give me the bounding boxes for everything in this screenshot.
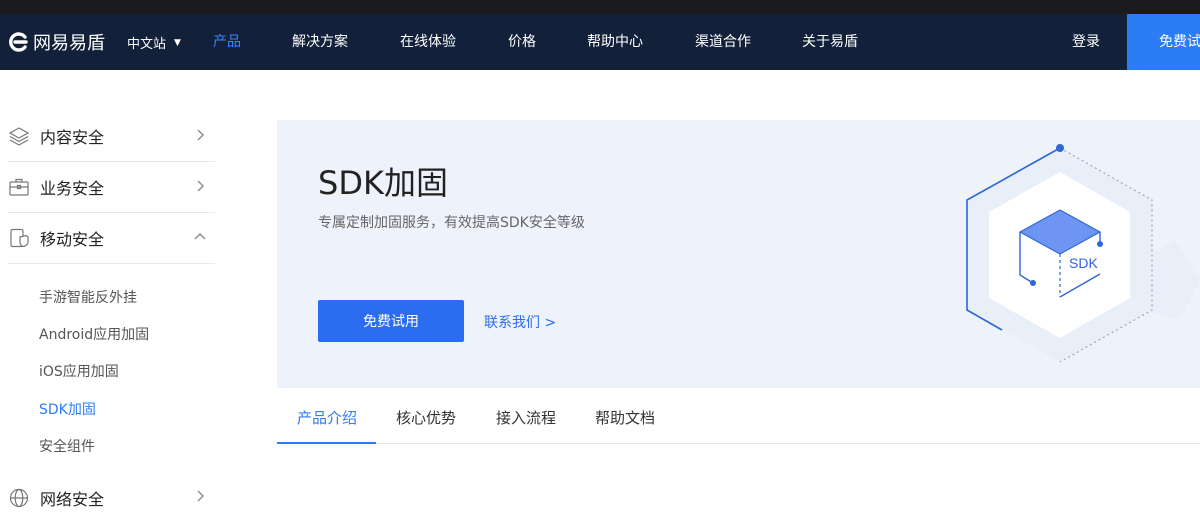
sidebar-item-android-hardening[interactable]: Android应用加固 bbox=[39, 324, 149, 344]
free-trial-button-label: 免费试用 bbox=[363, 314, 419, 330]
sidebar-category-content-security[interactable]: 内容安全 bbox=[8, 111, 215, 162]
nav-item-about[interactable]: 关于易盾 bbox=[802, 31, 858, 51]
sidebar-item-ios-hardening[interactable]: iOS应用加固 bbox=[39, 361, 119, 381]
layers-icon bbox=[8, 125, 30, 147]
free-trial-button[interactable]: 免费试用 bbox=[318, 300, 464, 342]
page-title: SDK加固 bbox=[318, 164, 448, 202]
caret-down-icon: ▼ bbox=[174, 37, 181, 48]
logo-text: 网易易盾 bbox=[33, 33, 105, 54]
nav-item-online-demo[interactable]: 在线体验 bbox=[400, 31, 456, 51]
tab-core-advantages[interactable]: 核心优势 bbox=[396, 407, 456, 428]
chevron-right-icon bbox=[197, 180, 204, 192]
hero-banner: SDK加固 专属定制加固服务，有效提高SDK安全等级 免费试用 联系我们 > S… bbox=[277, 120, 1200, 388]
nav-item-solutions[interactable]: 解决方案 bbox=[292, 31, 348, 51]
product-sidebar: 内容安全 业务安全 移动安全 手游智能反外挂 Android应用加固 iOS应用… bbox=[0, 70, 230, 509]
logo[interactable]: 网易易盾 bbox=[8, 28, 105, 56]
tab-product-intro[interactable]: 产品介绍 bbox=[297, 407, 357, 428]
sidebar-category-label: 移动安全 bbox=[40, 230, 105, 249]
briefcase-icon bbox=[8, 176, 30, 198]
top-navbar: 网易易盾 中文站 ▼ 产品 解决方案 在线体验 价格 帮助中心 渠道合作 关于易… bbox=[0, 14, 1200, 70]
chevron-up-icon bbox=[194, 233, 206, 240]
tab-help-docs[interactable]: 帮助文档 bbox=[595, 407, 655, 428]
nav-item-help-center[interactable]: 帮助中心 bbox=[587, 31, 643, 51]
sidebar-category-label: 业务安全 bbox=[40, 179, 105, 198]
mobile-shield-icon bbox=[8, 227, 30, 249]
nav-item-channel-partners[interactable]: 渠道合作 bbox=[695, 31, 751, 51]
free-trial-nav-label: 免费试用 bbox=[1159, 34, 1200, 50]
tab-integration-process[interactable]: 接入流程 bbox=[496, 407, 556, 428]
hero-subtitle: 专属定制加固服务，有效提高SDK安全等级 bbox=[318, 215, 585, 231]
language-selector[interactable]: 中文站 ▼ bbox=[127, 33, 181, 52]
nav-item-products[interactable]: 产品 bbox=[213, 31, 241, 51]
active-tab-indicator bbox=[277, 442, 376, 444]
sidebar-category-label: 网络安全 bbox=[40, 489, 105, 509]
sidebar-category-mobile-security[interactable]: 移动安全 bbox=[8, 213, 215, 264]
sidebar-category-label: 内容安全 bbox=[40, 128, 105, 147]
sidebar-item-security-components[interactable]: 安全组件 bbox=[39, 436, 95, 456]
chevron-right-icon bbox=[197, 490, 204, 502]
yidun-logo-icon bbox=[9, 32, 28, 52]
chevron-right-icon bbox=[197, 129, 204, 141]
contact-us-link[interactable]: 联系我们 > bbox=[484, 312, 556, 332]
free-trial-nav-button[interactable]: 免费试用 bbox=[1127, 14, 1200, 70]
cube-label: SDK bbox=[1069, 255, 1098, 271]
top-strip bbox=[0, 0, 1200, 14]
login-link[interactable]: 登录 bbox=[1072, 31, 1100, 51]
language-label: 中文站 bbox=[127, 37, 167, 52]
sidebar-item-game-anti-cheat[interactable]: 手游智能反外挂 bbox=[39, 287, 137, 307]
sidebar-item-sdk-hardening[interactable]: SDK加固 bbox=[39, 399, 96, 419]
product-tabs: 产品介绍 核心优势 接入流程 帮助文档 bbox=[277, 388, 1200, 444]
sidebar-category-network-security[interactable]: 网络安全 bbox=[8, 472, 215, 523]
nav-item-pricing[interactable]: 价格 bbox=[508, 31, 536, 51]
sdk-cube-illustration: SDK bbox=[966, 144, 1200, 363]
globe-icon bbox=[8, 487, 30, 509]
sidebar-category-business-security[interactable]: 业务安全 bbox=[8, 162, 215, 213]
